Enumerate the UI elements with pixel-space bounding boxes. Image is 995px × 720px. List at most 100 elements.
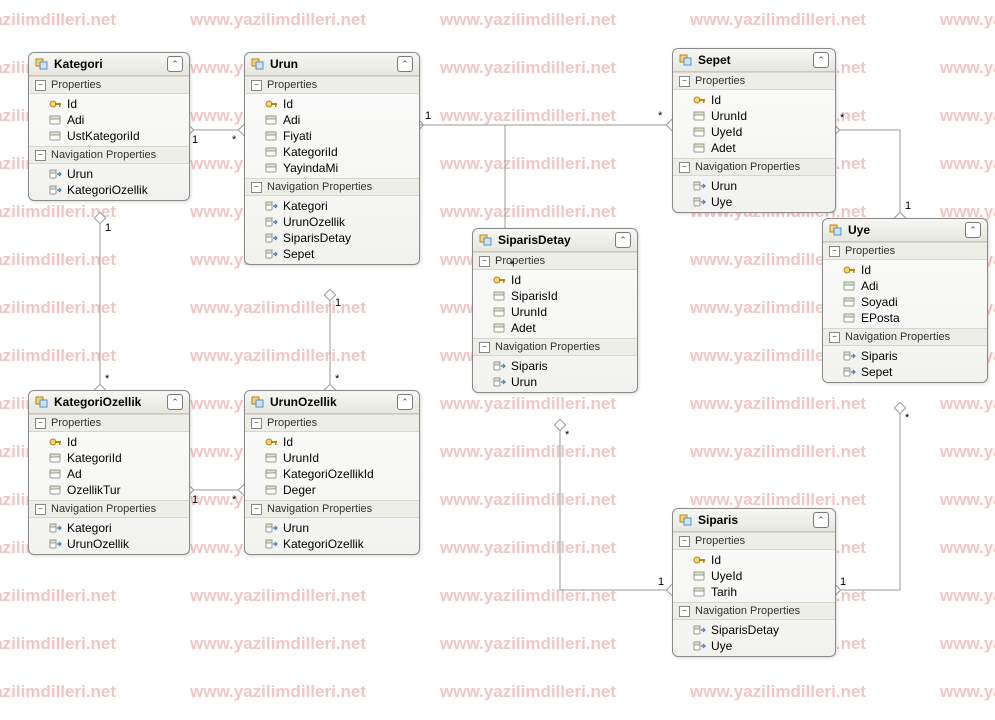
nav-row[interactable]: SiparisDetay	[245, 230, 419, 246]
entity-header[interactable]: Siparis⌃	[673, 509, 835, 532]
section-nav[interactable]: −Navigation Properties	[29, 146, 189, 164]
section-properties[interactable]: −Properties	[29, 76, 189, 94]
entity-header[interactable]: Urun⌃	[245, 53, 419, 76]
section-properties[interactable]: −Properties	[473, 252, 637, 270]
property-row[interactable]: YayindaMi	[245, 160, 419, 176]
property-row[interactable]: Id	[673, 92, 835, 108]
section-nav[interactable]: −Navigation Properties	[673, 602, 835, 620]
toggle-icon[interactable]: −	[679, 536, 690, 547]
section-nav[interactable]: −Navigation Properties	[473, 338, 637, 356]
toggle-icon[interactable]: −	[251, 80, 262, 91]
entity-header[interactable]: SiparisDetay⌃	[473, 229, 637, 252]
toggle-icon[interactable]: −	[829, 332, 840, 343]
toggle-icon[interactable]: −	[479, 256, 490, 267]
section-nav[interactable]: −Navigation Properties	[823, 328, 987, 346]
property-row[interactable]: Id	[245, 434, 419, 450]
nav-row[interactable]: Siparis	[823, 348, 987, 364]
nav-row[interactable]: SiparisDetay	[673, 622, 835, 638]
property-row[interactable]: Ad	[29, 466, 189, 482]
collapse-icon[interactable]: ⌃	[813, 512, 829, 528]
toggle-icon[interactable]: −	[251, 182, 262, 193]
property-row[interactable]: Adi	[823, 278, 987, 294]
property-row[interactable]: UrunId	[673, 108, 835, 124]
toggle-icon[interactable]: −	[679, 76, 690, 87]
property-row[interactable]: KategoriId	[29, 450, 189, 466]
entity-kategoriozellik[interactable]: KategoriOzellik⌃−Properties IdKategoriIdA…	[28, 390, 190, 555]
entity-siparisdetay[interactable]: SiparisDetay⌃−Properties IdSiparisIdUrunI…	[472, 228, 638, 393]
entity-siparis[interactable]: Siparis⌃−Properties IdUyeIdTarih −Navigati…	[672, 508, 836, 657]
entity-header[interactable]: UrunOzellik⌃	[245, 391, 419, 414]
collapse-icon[interactable]: ⌃	[167, 56, 183, 72]
property-row[interactable]: UyeId	[673, 568, 835, 584]
nav-row[interactable]: UrunOzellik	[245, 214, 419, 230]
property-row[interactable]: Id	[673, 552, 835, 568]
collapse-icon[interactable]: ⌃	[397, 394, 413, 410]
toggle-icon[interactable]: −	[679, 606, 690, 617]
collapse-icon[interactable]: ⌃	[397, 56, 413, 72]
property-row[interactable]: EPosta	[823, 310, 987, 326]
section-nav[interactable]: −Navigation Properties	[245, 500, 419, 518]
property-row[interactable]: SiparisId	[473, 288, 637, 304]
property-row[interactable]: Adet	[673, 140, 835, 156]
section-properties[interactable]: −Properties	[823, 242, 987, 260]
nav-row[interactable]: Urun	[29, 166, 189, 182]
nav-row[interactable]: Urun	[473, 374, 637, 390]
toggle-icon[interactable]: −	[35, 80, 46, 91]
nav-row[interactable]: KategoriOzellik	[29, 182, 189, 198]
property-row[interactable]: Id	[29, 96, 189, 112]
property-row[interactable]: Id	[29, 434, 189, 450]
nav-row[interactable]: KategoriOzellik	[245, 536, 419, 552]
collapse-icon[interactable]: ⌃	[965, 222, 981, 238]
nav-row[interactable]: Sepet	[823, 364, 987, 380]
section-nav[interactable]: −Navigation Properties	[29, 500, 189, 518]
section-nav[interactable]: −Navigation Properties	[245, 178, 419, 196]
property-row[interactable]: UrunId	[473, 304, 637, 320]
toggle-icon[interactable]: −	[679, 162, 690, 173]
section-properties[interactable]: −Properties	[245, 414, 419, 432]
nav-row[interactable]: Urun	[245, 520, 419, 536]
entity-header[interactable]: Sepet⌃	[673, 49, 835, 72]
entity-sepet[interactable]: Sepet⌃−Properties IdUrunIdUyeIdAdet −Navig…	[672, 48, 836, 213]
nav-row[interactable]: Uye	[673, 194, 835, 210]
section-nav[interactable]: −Navigation Properties	[673, 158, 835, 176]
property-row[interactable]: Fiyati	[245, 128, 419, 144]
nav-row[interactable]: Uye	[673, 638, 835, 654]
property-row[interactable]: Adi	[29, 112, 189, 128]
property-row[interactable]: Adet	[473, 320, 637, 336]
property-row[interactable]: Adi	[245, 112, 419, 128]
nav-row[interactable]: Kategori	[245, 198, 419, 214]
property-row[interactable]: Id	[823, 262, 987, 278]
toggle-icon[interactable]: −	[251, 418, 262, 429]
collapse-icon[interactable]: ⌃	[615, 232, 631, 248]
property-row[interactable]: Soyadi	[823, 294, 987, 310]
property-row[interactable]: KategoriOzellikId	[245, 466, 419, 482]
collapse-icon[interactable]: ⌃	[167, 394, 183, 410]
toggle-icon[interactable]: −	[251, 504, 262, 515]
entity-header[interactable]: Uye⌃	[823, 219, 987, 242]
entity-header[interactable]: Kategori⌃	[29, 53, 189, 76]
toggle-icon[interactable]: −	[35, 150, 46, 161]
section-properties[interactable]: −Properties	[245, 76, 419, 94]
entity-uye[interactable]: Uye⌃−Properties IdAdiSoyadiEPosta −Navigat…	[822, 218, 988, 383]
property-row[interactable]: Tarih	[673, 584, 835, 600]
nav-row[interactable]: Kategori	[29, 520, 189, 536]
entity-urun[interactable]: Urun⌃−PropertiesIdAdiFiyatiKategoriIdYay…	[244, 52, 420, 265]
section-properties[interactable]: −Properties	[673, 72, 835, 90]
property-row[interactable]: Deger	[245, 482, 419, 498]
nav-row[interactable]: Siparis	[473, 358, 637, 374]
toggle-icon[interactable]: −	[35, 504, 46, 515]
toggle-icon[interactable]: −	[479, 342, 490, 353]
toggle-icon[interactable]: −	[829, 246, 840, 257]
collapse-icon[interactable]: ⌃	[813, 52, 829, 68]
entity-urunozellik[interactable]: UrunOzellik⌃−PropertiesIdUrunIdKategoriO…	[244, 390, 420, 555]
property-row[interactable]: UyeId	[673, 124, 835, 140]
property-row[interactable]: Id	[473, 272, 637, 288]
toggle-icon[interactable]: −	[35, 418, 46, 429]
property-row[interactable]: Id	[245, 96, 419, 112]
nav-row[interactable]: UrunOzellik	[29, 536, 189, 552]
entity-header[interactable]: KategoriOzellik⌃	[29, 391, 189, 414]
section-properties[interactable]: −Properties	[29, 414, 189, 432]
section-properties[interactable]: −Properties	[673, 532, 835, 550]
property-row[interactable]: UstKategoriId	[29, 128, 189, 144]
entity-kategori[interactable]: Kategori⌃−Properties IdAdiUstKategoriId −N…	[28, 52, 190, 201]
